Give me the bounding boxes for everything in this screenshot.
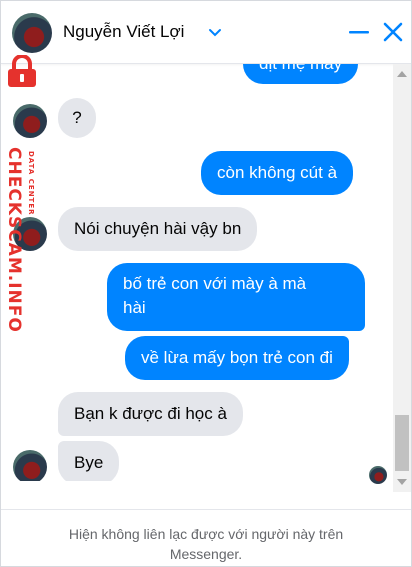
message-avatar	[13, 450, 47, 481]
close-icon[interactable]	[381, 20, 405, 44]
chat-header: Nguyễn Viết Lợi	[1, 1, 411, 64]
message-outgoing: địt mẹ mày	[243, 64, 359, 84]
message-avatar	[13, 104, 47, 138]
minimize-icon[interactable]	[347, 20, 371, 44]
message-incoming: Nói chuyện hài vậy bn	[58, 207, 258, 251]
contact-avatar[interactable]	[12, 13, 52, 53]
message-incoming: Bye	[58, 441, 120, 481]
notice-line: Hiện không liên lạc được với người này t…	[68, 526, 344, 542]
message-line: hài	[123, 298, 146, 317]
scrollbar-thumb[interactable]	[395, 415, 409, 471]
scroll-up-arrow-icon[interactable]	[397, 71, 407, 77]
notice-line: Messenger.	[169, 546, 243, 562]
contact-name[interactable]: Nguyễn Viết Lợi	[63, 22, 184, 42]
message-list[interactable]: địt mẹ mày ? còn không cút à Nói chuyện …	[1, 64, 393, 481]
unavailable-notice: Hiện không liên lạc được với người này t…	[1, 509, 411, 566]
message-line: bố trẻ con với mày à mà	[123, 274, 307, 293]
message-outgoing: về lừa mấy bọn trẻ con đi	[125, 336, 349, 380]
message-incoming: ?	[58, 98, 96, 138]
scroll-down-arrow-icon[interactable]	[397, 479, 407, 485]
chat-window: Nguyễn Viết Lợi địt mẹ mày ? còn không c…	[0, 0, 412, 567]
message-outgoing: còn không cút à	[201, 151, 354, 195]
seen-avatar	[369, 466, 387, 484]
message-incoming: Bạn k được đi học à	[58, 392, 243, 436]
message-avatar	[13, 217, 47, 251]
chevron-down-icon[interactable]	[205, 22, 225, 42]
message-outgoing-multiline: bố trẻ con với mày à mà hài	[107, 263, 365, 331]
